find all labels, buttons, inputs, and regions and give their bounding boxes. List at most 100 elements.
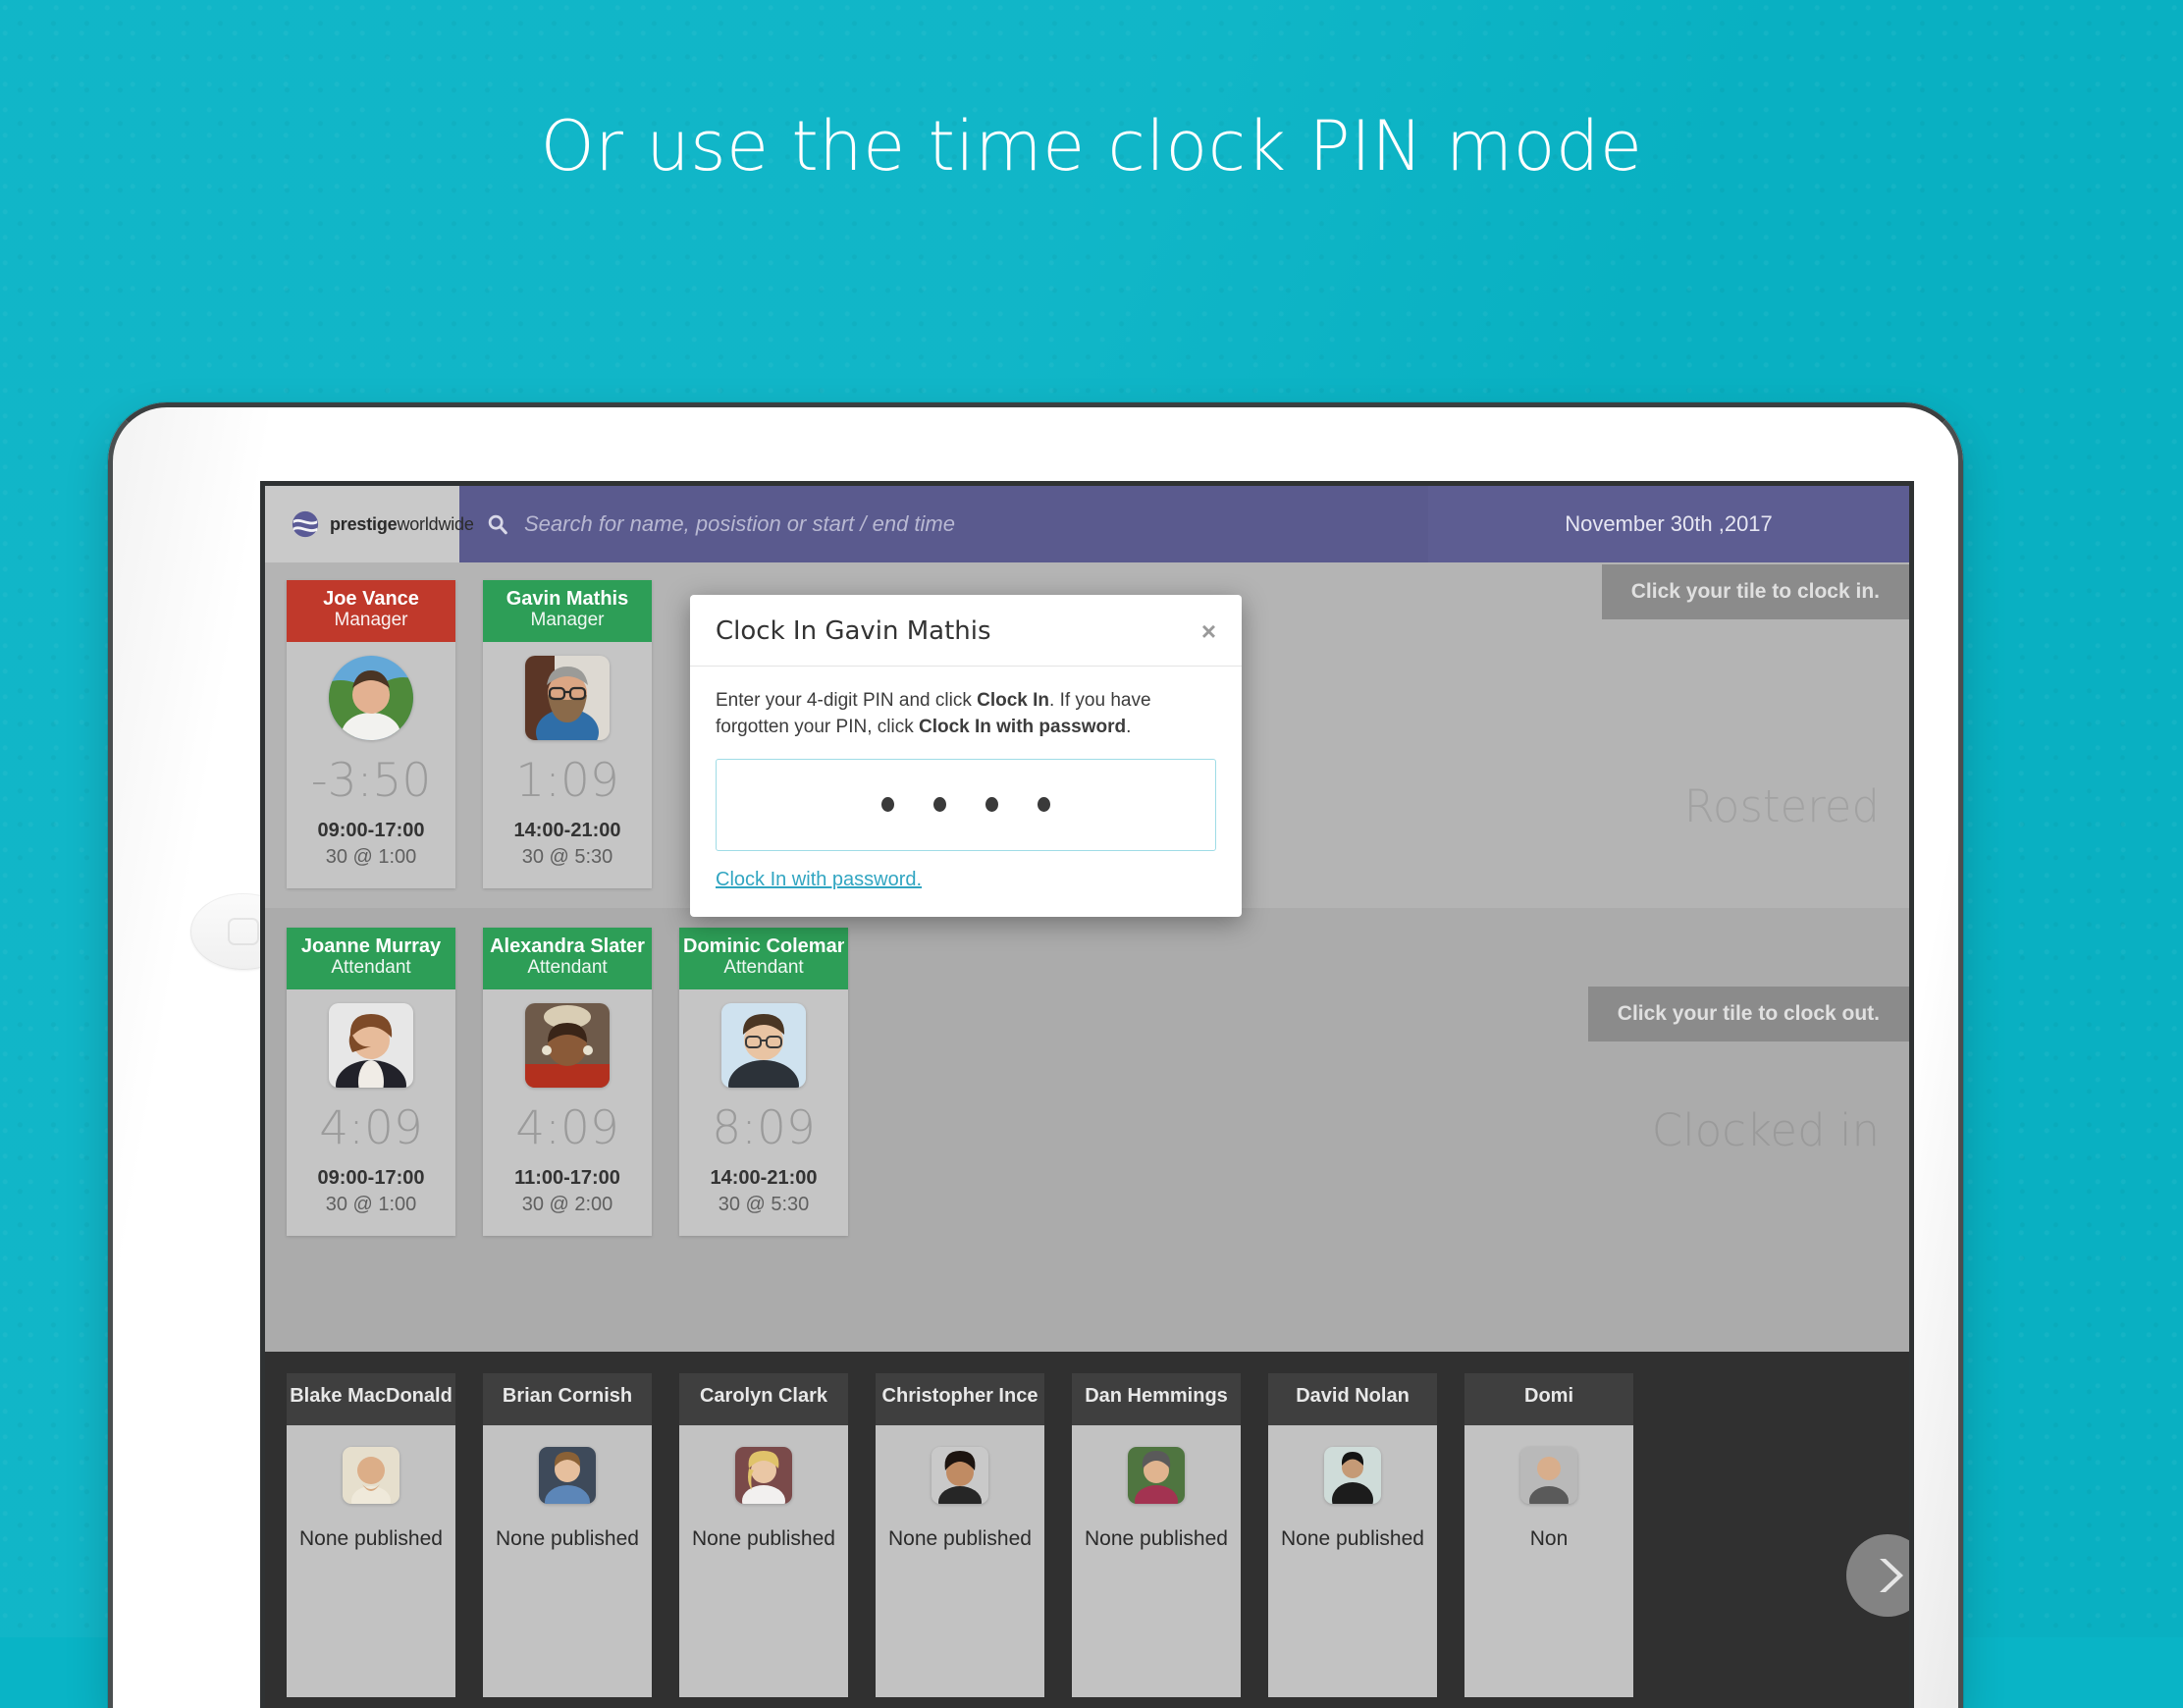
card-status: None published (1085, 1527, 1228, 1550)
card-body: None published (287, 1425, 455, 1551)
tile-role: Manager (334, 610, 408, 630)
chevron-right-icon (1880, 1559, 1903, 1592)
clock-in-with-password-link[interactable]: Clock In with password. (716, 869, 922, 891)
search-input[interactable]: Search for name, posistion or start / en… (524, 511, 955, 537)
tile-name: Joe Vance (323, 589, 419, 610)
card-christopher-ince[interactable]: Christopher Ince None published (876, 1373, 1044, 1697)
card-name: Brian Cornish (483, 1373, 652, 1425)
tile-name: Gavin Mathis (506, 589, 629, 610)
card-carolyn-clark[interactable]: Carolyn Clark None published (679, 1373, 848, 1697)
tile-joanne-murray[interactable]: Joanne Murray Attendant 4:09 09:00-17:00… (287, 928, 455, 1236)
tile-shift: 09:00-17:00 (317, 1166, 425, 1189)
tile-shift: 11:00-17:00 (514, 1166, 620, 1189)
tile-shift: 14:00-21:00 (513, 819, 621, 841)
card-status: None published (1281, 1527, 1424, 1550)
pin-dot (1038, 797, 1050, 813)
hint-clock-in: Click your tile to clock in. (1601, 564, 1909, 619)
pin-input[interactable] (716, 758, 1216, 851)
tile-role: Attendant (331, 957, 411, 978)
tile-time: 4:09 (319, 1100, 423, 1155)
card-status: None published (888, 1527, 1032, 1550)
card-dan-hemmings[interactable]: Dan Hemmings None published (1072, 1373, 1241, 1697)
tile-header: Joanne Murray Attendant (287, 928, 455, 989)
card-name: Domi (1464, 1373, 1633, 1425)
avatar (525, 655, 610, 740)
tile-time: 4:09 (515, 1100, 619, 1155)
card-name: Dan Hemmings (1072, 1373, 1241, 1425)
tile-role: Attendant (723, 957, 804, 978)
tile-header: Dominic Coleman Attendant (679, 928, 848, 989)
modal-bold-clock-in-password: Clock In with password (918, 716, 1127, 737)
avatar (932, 1447, 988, 1504)
tile-name: Joanne Murray (300, 936, 442, 957)
card-status: None published (692, 1527, 835, 1550)
tablet-device: prestigeworldwide Search for name, posis… (108, 402, 1963, 1708)
card-brian-cornish[interactable]: Brian Cornish None published (483, 1373, 652, 1697)
tile-time: 8:09 (712, 1100, 816, 1155)
tile-body: -3:50 09:00-17:00 30 @ 1:00 (287, 642, 455, 888)
tile-break: 30 @ 1:00 (325, 1193, 417, 1215)
tile-body: 1:09 14:00-21:00 30 @ 5:30 (483, 642, 652, 888)
tile-shift: 14:00-21:00 (710, 1166, 818, 1189)
avatar (329, 1002, 413, 1088)
avatar (1128, 1447, 1185, 1504)
date-display[interactable]: November 30th ,2017 (1428, 486, 1909, 562)
tile-header: Joe Vance Manager (287, 580, 455, 642)
close-icon[interactable]: × (1201, 618, 1216, 644)
avatar (343, 1447, 399, 1504)
tile-time: -3:50 (310, 753, 432, 808)
tile-gavin-mathis[interactable]: Gavin Mathis Manager 1:09 14:00-21:00 30… (483, 580, 652, 888)
card-david-nolan[interactable]: David Nolan None published (1268, 1373, 1437, 1697)
card-body: Non (1464, 1425, 1633, 1551)
clockedin-watermark: Clocked in (1651, 1104, 1880, 1156)
tile-joe-vance[interactable]: Joe Vance Manager -3:50 09:00-17:00 30 @… (287, 580, 455, 888)
tile-role: Attendant (527, 957, 608, 978)
tile-name: Alexandra Slater (490, 936, 645, 957)
tile-break: 30 @ 5:30 (718, 1193, 810, 1215)
modal-body: Enter your 4-digit PIN and click Clock I… (690, 667, 1242, 917)
search-icon (488, 514, 507, 535)
search-bar[interactable]: Search for name, posistion or start / en… (459, 486, 1428, 562)
date-label: November 30th ,2017 (1565, 511, 1773, 536)
tile-dominic-coleman[interactable]: Dominic Coleman Attendant 8:09 14:00-21:… (679, 928, 848, 1236)
avatar (735, 1447, 792, 1504)
pin-dot (881, 797, 894, 813)
tile-break: 30 @ 5:30 (521, 845, 613, 868)
card-status: None published (299, 1527, 443, 1550)
clock-in-modal: Clock In Gavin Mathis × Enter your 4-dig… (690, 595, 1242, 917)
tile-break: 30 @ 1:00 (325, 845, 417, 868)
card-status: None published (496, 1527, 639, 1550)
card-name: David Nolan (1268, 1373, 1437, 1425)
tile-role: Manager (530, 610, 605, 630)
rostered-watermark: Rostered (1683, 780, 1880, 832)
card-body: None published (1268, 1425, 1437, 1551)
tile-name: Dominic Coleman (683, 936, 844, 957)
modal-text-3: . (1126, 716, 1132, 737)
modal-title: Clock In Gavin Mathis (716, 616, 991, 646)
tile-break: 30 @ 2:00 (521, 1193, 613, 1215)
avatar (721, 1002, 806, 1088)
avatar (539, 1447, 596, 1504)
card-status: Non (1529, 1527, 1569, 1550)
brand-logo-bold: prestige (330, 513, 398, 534)
unpublished-row: Blake MacDonald None published Brian Cor… (265, 1352, 1909, 1708)
card-dominic-partial[interactable]: Domi Non (1464, 1373, 1633, 1697)
card-body: None published (1072, 1425, 1241, 1551)
avatar (1324, 1447, 1381, 1504)
tile-time: 1:09 (515, 753, 619, 808)
app-screen: prestigeworldwide Search for name, posis… (265, 486, 1909, 1708)
tile-alexandra-slater[interactable]: Alexandra Slater Attendant 4:09 11:00-17… (483, 928, 652, 1236)
brand-logo[interactable]: prestigeworldwide (265, 486, 474, 562)
modal-bold-clock-in: Clock In (977, 690, 1050, 711)
modal-text-1: Enter your 4-digit PIN and click (716, 690, 978, 711)
page-headline: Or use the time clock PIN mode (540, 106, 1643, 187)
tile-body: 4:09 11:00-17:00 30 @ 2:00 (483, 989, 652, 1236)
next-page-button[interactable] (1846, 1534, 1909, 1617)
card-blake-macdonald[interactable]: Blake MacDonald None published (287, 1373, 455, 1697)
card-name: Blake MacDonald (287, 1373, 455, 1425)
card-name: Carolyn Clark (679, 1373, 848, 1425)
tile-shift: 09:00-17:00 (317, 819, 425, 841)
tile-body: 8:09 14:00-21:00 30 @ 5:30 (679, 989, 848, 1236)
tile-header: Gavin Mathis Manager (483, 580, 652, 642)
card-body: None published (876, 1425, 1044, 1551)
